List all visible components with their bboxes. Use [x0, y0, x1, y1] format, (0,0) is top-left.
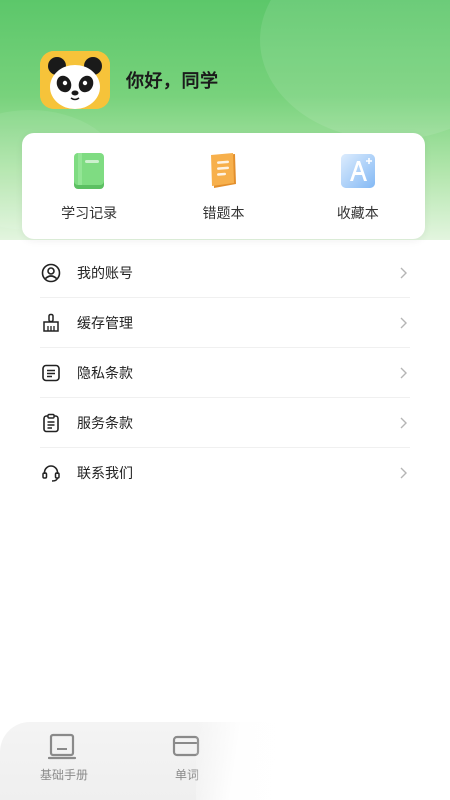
wrong-questions-button[interactable]: 错题本	[156, 133, 290, 239]
tab-label-basic-handbook: 基础手册	[39, 768, 88, 782]
menu-label-my-account: 我的账号	[77, 265, 133, 282]
green-book-icon	[69, 151, 109, 191]
favorites-button[interactable]: 收藏本	[291, 133, 425, 239]
menu-item-privacy-policy[interactable]: 隐私条款	[40, 348, 410, 398]
book-tab-icon	[48, 733, 77, 760]
panda-icon	[40, 51, 110, 109]
settings-menu: 我的账号 缓存管理 隐私条款 服务条款 联系我们	[40, 248, 410, 497]
profile-page: 你好，同学 学习记录 错题本 收藏本 我的账号 缓存管理 隐私条款 服务条款 联…	[0, 0, 450, 800]
study-record-label: 学习记录	[61, 206, 118, 222]
clipboard-icon	[40, 412, 62, 434]
greeting-text: 你好，同学	[126, 71, 219, 92]
user-circle-icon	[40, 262, 62, 284]
study-record-button[interactable]: 学习记录	[22, 133, 156, 239]
broom-icon	[40, 312, 62, 334]
menu-label-cache-management: 缓存管理	[77, 315, 133, 332]
document-lines-icon	[40, 362, 62, 384]
favorites-label: 收藏本	[336, 206, 379, 222]
wrong-questions-label: 错题本	[202, 206, 245, 222]
chevron-right-icon	[400, 467, 407, 478]
menu-label-privacy-policy: 隐私条款	[77, 365, 133, 382]
bottom-tab-bar: 基础手册 单词	[0, 722, 450, 800]
menu-label-terms-of-service: 服务条款	[77, 415, 133, 432]
chevron-right-icon	[400, 317, 407, 328]
tab-basic-handbook[interactable]: 基础手册	[29, 732, 99, 783]
menu-label-contact-us: 联系我们	[77, 465, 133, 482]
chevron-right-icon	[400, 267, 407, 278]
menu-item-contact-us[interactable]: 联系我们	[40, 448, 410, 497]
chevron-right-icon	[400, 417, 407, 428]
menu-item-terms-of-service[interactable]: 服务条款	[40, 398, 410, 448]
menu-item-my-account[interactable]: 我的账号	[40, 248, 410, 298]
headset-icon	[40, 462, 62, 484]
avatar[interactable]	[40, 51, 110, 109]
menu-item-cache-management[interactable]: 缓存管理	[40, 298, 410, 348]
chevron-right-icon	[400, 367, 407, 378]
shortcut-card: 学习记录 错题本 收藏本	[22, 133, 425, 239]
orange-notebook-icon	[203, 151, 243, 191]
blue-letter-a-icon	[338, 151, 378, 191]
tab-bar-overlay	[196, 722, 450, 800]
